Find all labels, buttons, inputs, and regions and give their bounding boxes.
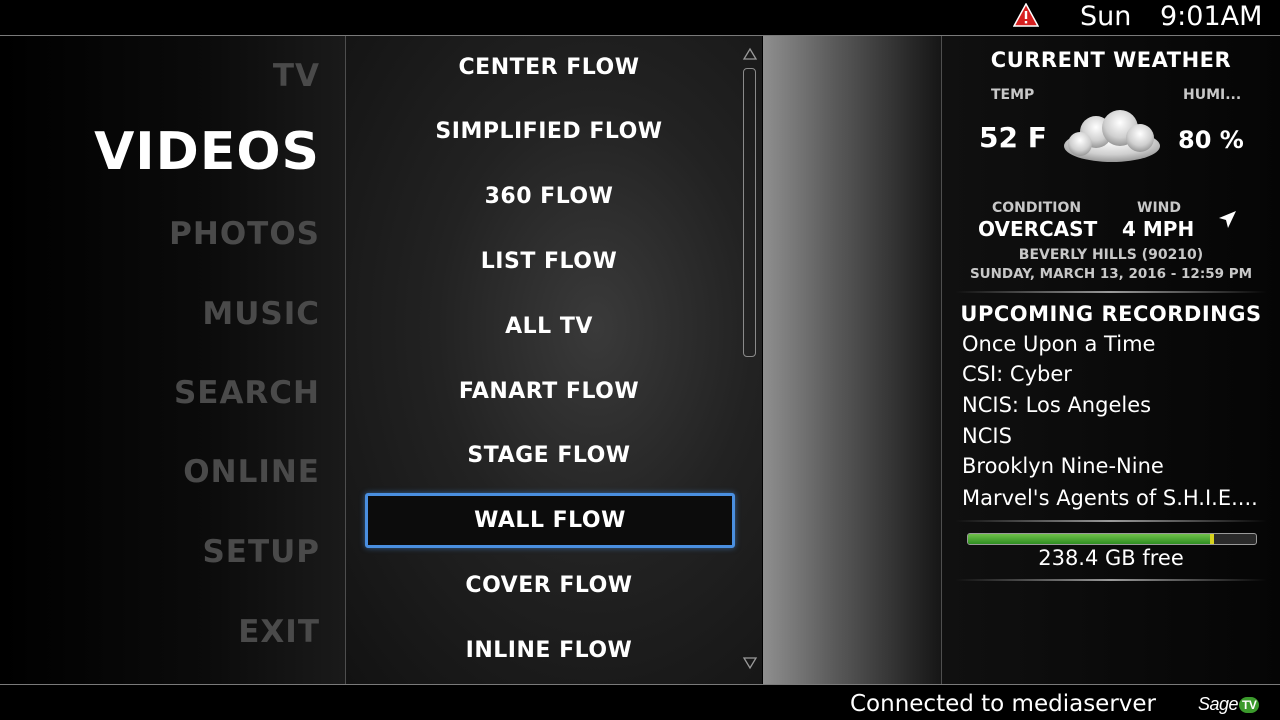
humidity-label: HUMI... xyxy=(1183,87,1242,103)
recording-item[interactable]: Marvel's Agents of S.H.I.E.... xyxy=(962,486,1262,510)
top-status-bar: Sun 9:01AM xyxy=(0,0,1280,35)
temp-label: TEMP xyxy=(991,87,1035,103)
menu-item-videos[interactable]: VIDEOS xyxy=(94,122,320,182)
main-menu: TV VIDEOS PHOTOS MUSIC SEARCH ONLINE SET… xyxy=(0,36,345,684)
scrollbar-thumb[interactable] xyxy=(743,68,756,357)
list-item-stage-flow[interactable]: STAGE FLOW xyxy=(365,442,733,470)
menu-item-online[interactable]: ONLINE xyxy=(183,454,320,490)
wind-value: 4 MPH xyxy=(1122,217,1195,241)
list-item-inline-flow[interactable]: INLINE FLOW xyxy=(365,637,733,665)
disk-usage-marker xyxy=(1209,534,1214,544)
list-item-360-flow[interactable]: 360 FLOW xyxy=(365,183,733,211)
connection-status: Connected to mediaserver xyxy=(850,691,1157,717)
recording-item[interactable]: NCIS: Los Angeles xyxy=(962,393,1262,417)
clock-time: 9:01AM xyxy=(1160,1,1263,32)
recordings-title: UPCOMING RECORDINGS xyxy=(960,302,1262,326)
list-item-list-flow[interactable]: LIST FLOW xyxy=(365,248,733,276)
recording-item[interactable]: NCIS xyxy=(962,424,1262,448)
recordings-divider xyxy=(955,520,1267,522)
clock-day: Sun xyxy=(1080,1,1132,32)
disk-free-text: 238.4 GB free xyxy=(1038,546,1184,570)
preview-area xyxy=(763,36,941,684)
condition-value: OVERCAST xyxy=(978,217,1098,241)
sagetv-logo: Sage TV xyxy=(1198,694,1260,715)
menu-item-search[interactable]: SEARCH xyxy=(174,375,320,411)
menu-item-tv[interactable]: TV xyxy=(273,58,320,94)
weather-title: CURRENT WEATHER xyxy=(990,48,1232,72)
temp-value: 52 F xyxy=(979,121,1047,154)
wind-direction-arrow-icon xyxy=(1219,211,1236,228)
wind-label: WIND xyxy=(1137,200,1181,216)
menu-item-setup[interactable]: SETUP xyxy=(202,534,320,570)
disk-usage-bar xyxy=(967,533,1257,545)
cloud-icon xyxy=(1064,110,1160,162)
disk-divider xyxy=(955,579,1267,581)
condition-label: CONDITION xyxy=(992,200,1082,216)
menu-item-photos[interactable]: PHOTOS xyxy=(169,216,320,252)
list-item-cover-flow[interactable]: COVER FLOW xyxy=(365,572,733,600)
recording-item[interactable]: Brooklyn Nine-Nine xyxy=(962,454,1262,478)
list-item-all-tv[interactable]: ALL TV xyxy=(365,313,733,341)
weather-datetime: SUNDAY, MARCH 13, 2016 - 12:59 PM xyxy=(969,266,1253,282)
list-item-center-flow[interactable]: CENTER FLOW xyxy=(365,54,733,82)
list-item-wall-flow[interactable]: WALL FLOW xyxy=(365,493,735,548)
menu-item-exit[interactable]: EXIT xyxy=(238,614,320,650)
brand-main: Sage xyxy=(1198,694,1239,714)
recording-item[interactable]: CSI: Cyber xyxy=(962,362,1262,386)
humidity-value: 80 % xyxy=(1178,126,1244,154)
weather-location: BEVERLY HILLS (90210) xyxy=(1018,247,1204,263)
brand-badge: TV xyxy=(1239,697,1260,714)
disk-usage-fill xyxy=(968,534,1210,544)
recording-item[interactable]: Once Upon a Time xyxy=(962,332,1262,356)
scroll-down-arrow-icon[interactable] xyxy=(742,656,758,670)
scroll-up-arrow-icon[interactable] xyxy=(742,47,758,61)
list-item-simplified-flow[interactable]: SIMPLIFIED FLOW xyxy=(365,118,733,146)
warning-triangle-icon[interactable] xyxy=(1013,3,1039,27)
weather-divider xyxy=(955,291,1267,293)
list-item-fanart-flow[interactable]: FANART FLOW xyxy=(365,378,733,406)
menu-item-music[interactable]: MUSIC xyxy=(202,296,320,332)
